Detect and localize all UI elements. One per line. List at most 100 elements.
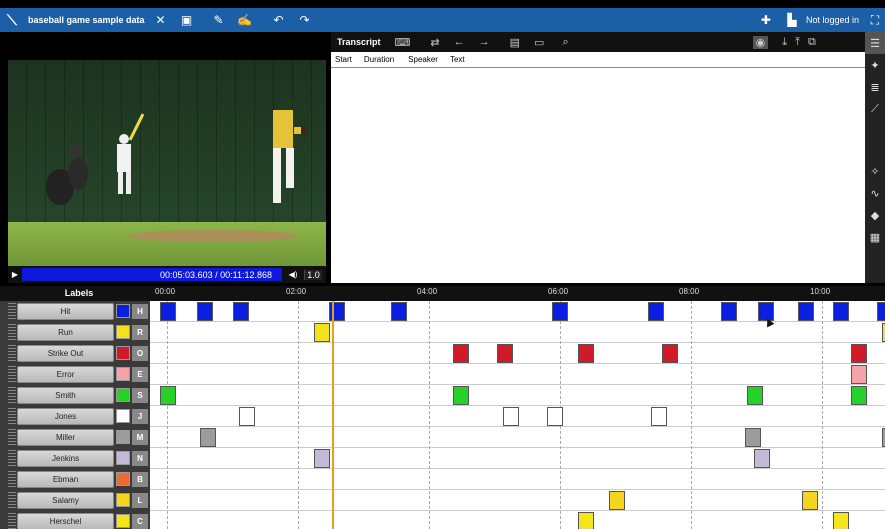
label-button[interactable]: Jenkins bbox=[17, 450, 114, 467]
label-color-swatch[interactable] bbox=[116, 430, 130, 444]
label-occurrence-strike-out[interactable] bbox=[661, 344, 678, 363]
label-button[interactable]: Miller bbox=[17, 429, 114, 446]
label-occurrence-jenkins[interactable] bbox=[314, 449, 330, 468]
column-text[interactable]: Text bbox=[450, 55, 465, 64]
label-color-swatch[interactable] bbox=[116, 346, 130, 360]
drag-handle-icon[interactable] bbox=[8, 408, 16, 425]
label-occurrence-hit[interactable] bbox=[648, 302, 665, 321]
label-occurrence-jenkins[interactable] bbox=[754, 449, 770, 468]
label-occurrence-hit[interactable] bbox=[160, 302, 176, 321]
label-button[interactable]: Strike Out bbox=[17, 345, 114, 362]
label-occurrence-herschel[interactable] bbox=[833, 512, 850, 529]
label-color-swatch[interactable] bbox=[116, 409, 130, 423]
volume-icon[interactable]: ◀) bbox=[282, 270, 304, 279]
column-start[interactable]: Start bbox=[335, 55, 352, 64]
label-color-swatch[interactable] bbox=[116, 388, 130, 402]
label-button[interactable]: Run bbox=[17, 324, 114, 341]
label-occurrence-strike-out[interactable] bbox=[578, 344, 594, 363]
list-icon[interactable]: ☰ bbox=[865, 32, 885, 54]
label-occurrence-hit[interactable] bbox=[798, 302, 814, 321]
tag-icon[interactable]: ◆ bbox=[865, 204, 885, 226]
playback-speed[interactable]: 1.0 bbox=[304, 269, 322, 280]
save-icon[interactable]: ▣ bbox=[177, 10, 197, 30]
add-icon[interactable]: ✚ bbox=[756, 10, 776, 30]
waveform-icon[interactable]: ∿ bbox=[865, 182, 885, 204]
label-occurrence-error[interactable] bbox=[850, 365, 867, 384]
drag-handle-icon[interactable] bbox=[8, 345, 16, 362]
label-occurrence-smith[interactable] bbox=[160, 386, 176, 405]
label-occurrence-strike-out[interactable] bbox=[850, 344, 867, 363]
label-occurrence-jones[interactable] bbox=[650, 407, 667, 426]
comment-icon[interactable]: ▤ bbox=[510, 36, 520, 49]
drag-handle-icon[interactable] bbox=[8, 450, 16, 467]
text-list-icon[interactable]: ≣ bbox=[865, 76, 885, 98]
wand-icon[interactable]: ⟋ bbox=[865, 98, 885, 120]
label-occurrence-hit[interactable] bbox=[877, 302, 885, 321]
label-occurrence-salamy[interactable] bbox=[802, 491, 819, 510]
drag-handle-icon[interactable] bbox=[8, 492, 16, 509]
label-occurrence-miller[interactable] bbox=[881, 428, 885, 447]
drag-handle-icon[interactable] bbox=[8, 429, 16, 446]
login-status[interactable]: Not logged in bbox=[806, 15, 859, 25]
video-scrubber[interactable]: 00:05:03.603 / 00:11:12.868 bbox=[22, 268, 282, 281]
redo-icon[interactable]: ↷ bbox=[295, 10, 315, 30]
drag-handle-icon[interactable] bbox=[8, 366, 16, 383]
label-occurrence-hit[interactable] bbox=[551, 302, 568, 321]
copy-icon[interactable]: ⧉ bbox=[808, 36, 816, 49]
play-button[interactable]: ▶ bbox=[8, 268, 22, 282]
signature-icon[interactable]: ✍ bbox=[235, 10, 255, 30]
drag-handle-icon[interactable] bbox=[8, 324, 16, 341]
expand-icon[interactable]: ⛶ bbox=[865, 10, 885, 30]
app-logo-icon[interactable]: ⟍ bbox=[0, 8, 24, 32]
label-button[interactable]: Error bbox=[17, 366, 114, 383]
label-occurrence-herschel[interactable] bbox=[578, 512, 594, 529]
video-player[interactable] bbox=[8, 32, 326, 266]
label-color-swatch[interactable] bbox=[116, 451, 130, 465]
puzzle-icon[interactable]: ✦ bbox=[865, 54, 885, 76]
label-occurrence-hit[interactable] bbox=[232, 302, 249, 321]
label-color-swatch[interactable] bbox=[116, 514, 130, 528]
column-duration[interactable]: Duration bbox=[364, 55, 394, 64]
keyboard-icon[interactable]: ⌨ bbox=[395, 36, 411, 49]
label-button[interactable]: Jones bbox=[17, 408, 114, 425]
label-occurrence-smith[interactable] bbox=[850, 386, 867, 405]
label-occurrence-hit[interactable] bbox=[391, 302, 407, 321]
sparkle-icon[interactable]: ✧ bbox=[865, 160, 885, 182]
arrow-left-icon[interactable]: ← bbox=[454, 36, 465, 48]
user-icon[interactable]: ▙ bbox=[782, 10, 802, 30]
column-speaker[interactable]: Speaker bbox=[408, 55, 438, 64]
label-color-swatch[interactable] bbox=[116, 493, 130, 507]
label-occurrence-hit[interactable] bbox=[721, 302, 737, 321]
label-occurrence-strike-out[interactable] bbox=[452, 344, 469, 363]
label-occurrence-smith[interactable] bbox=[452, 386, 469, 405]
label-color-swatch[interactable] bbox=[116, 367, 130, 381]
label-button[interactable]: Herschel bbox=[17, 513, 114, 529]
label-occurrence-hit[interactable] bbox=[833, 302, 850, 321]
search-icon[interactable]: ⌕ bbox=[562, 36, 568, 49]
eye-icon[interactable]: ◉ bbox=[752, 35, 769, 49]
arrow-right-icon[interactable]: → bbox=[479, 36, 490, 48]
label-occurrence-jones[interactable] bbox=[503, 407, 520, 426]
close-circle-icon[interactable]: ✕ bbox=[151, 10, 171, 30]
label-button[interactable]: Ebman bbox=[17, 471, 114, 488]
label-button[interactable]: Smith bbox=[17, 387, 114, 404]
label-button[interactable]: Salamy bbox=[17, 492, 114, 509]
label-occurrence-hit[interactable] bbox=[197, 302, 214, 321]
timeline-track[interactable] bbox=[150, 301, 885, 529]
label-color-swatch[interactable] bbox=[116, 325, 130, 339]
label-occurrence-miller[interactable] bbox=[745, 428, 762, 447]
playhead[interactable] bbox=[332, 301, 335, 529]
drag-handle-icon[interactable] bbox=[8, 387, 16, 404]
label-color-swatch[interactable] bbox=[116, 472, 130, 486]
film-icon[interactable]: ▦ bbox=[865, 226, 885, 248]
label-occurrence-salamy[interactable] bbox=[608, 491, 625, 510]
drag-handle-icon[interactable] bbox=[8, 471, 16, 488]
label-occurrence-miller[interactable] bbox=[199, 428, 216, 447]
label-occurrence-run[interactable] bbox=[881, 323, 885, 342]
pen-icon[interactable]: ✎ bbox=[209, 10, 229, 30]
repeat-icon[interactable]: ⇄ bbox=[430, 36, 439, 49]
upload-icon[interactable]: ⤒ bbox=[795, 36, 800, 49]
drag-handle-icon[interactable] bbox=[8, 513, 16, 529]
label-occurrence-jones[interactable] bbox=[239, 407, 256, 426]
label-occurrence-run[interactable] bbox=[314, 323, 330, 342]
